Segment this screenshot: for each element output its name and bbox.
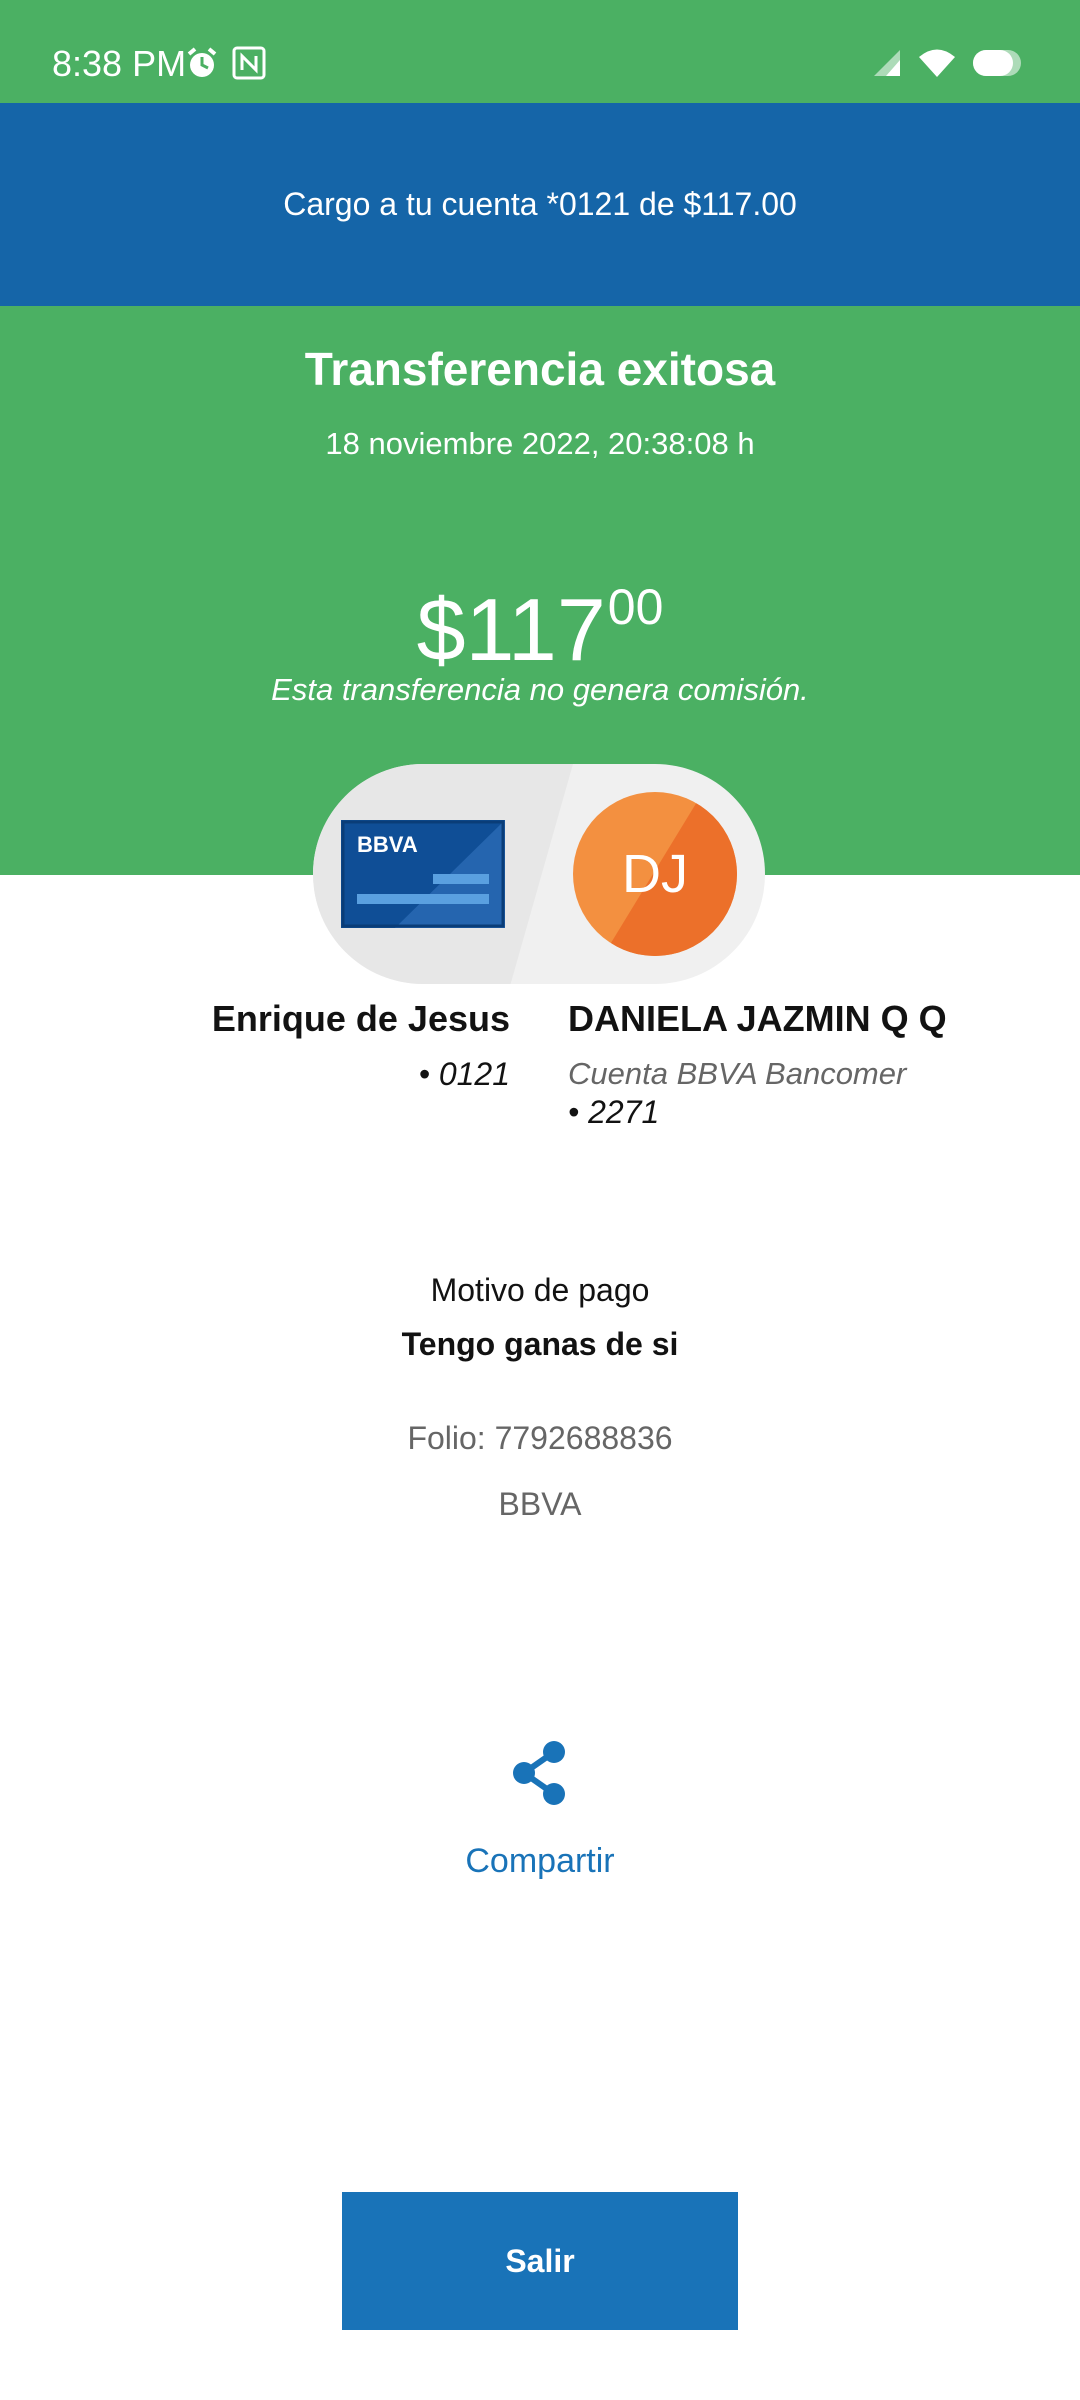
sender-account: • 0121 — [418, 1056, 510, 1092]
recipient-account: • 2271 — [568, 1094, 660, 1130]
charge-banner-text: Cargo a tu cuenta *0121 de $117.00 — [283, 186, 797, 222]
alarm-icon — [187, 47, 217, 77]
recipient-avatar: DJ — [573, 792, 737, 956]
status-bar: 8:38 PM — [0, 0, 1080, 103]
exit-button[interactable]: Salir — [342, 2192, 738, 2330]
sender-name: Enrique de Jesus — [211, 998, 510, 1039]
share-button[interactable]: Compartir — [440, 1740, 640, 1890]
transfer-status-title: Transferencia exitosa — [304, 343, 776, 395]
parties-visual: BBVA DJ — [313, 764, 765, 984]
commission-note: Esta transferencia no genera comisión. — [271, 672, 809, 707]
recipient-name: DANIELA JAZMIN Q Q — [568, 998, 947, 1039]
signal-icon — [874, 50, 900, 76]
share-label: Compartir — [465, 1842, 615, 1880]
wifi-icon — [919, 49, 955, 77]
folio-number: Folio: 7792688836 — [407, 1420, 673, 1456]
status-icons-left — [186, 46, 266, 80]
recipient-bank: Cuenta BBVA Bancomer — [568, 1056, 907, 1091]
payment-reason-label: Motivo de pago — [430, 1272, 650, 1308]
transfer-date: 18 noviembre 2022, 20:38:08 h — [325, 426, 755, 461]
battery-icon — [973, 50, 1021, 76]
card-brand-text: BBVA — [357, 832, 418, 857]
share-icon — [513, 1741, 565, 1805]
payment-reason-value: Tengo ganas de si — [401, 1326, 679, 1362]
transfer-amount-cents: 00 — [607, 579, 664, 635]
status-icons-right — [872, 48, 1022, 78]
charge-banner: Cargo a tu cuenta *0121 de $117.00 — [0, 103, 1080, 306]
nfc-icon — [232, 46, 266, 80]
bank-name: BBVA — [498, 1486, 582, 1522]
recipient-initials: DJ — [622, 844, 688, 904]
status-time: 8:38 PM — [52, 43, 187, 84]
transfer-amount: $11700 — [0, 552, 1080, 685]
transfer-amount-main: $117 — [416, 580, 606, 679]
bank-card-icon: BBVA — [341, 820, 505, 928]
